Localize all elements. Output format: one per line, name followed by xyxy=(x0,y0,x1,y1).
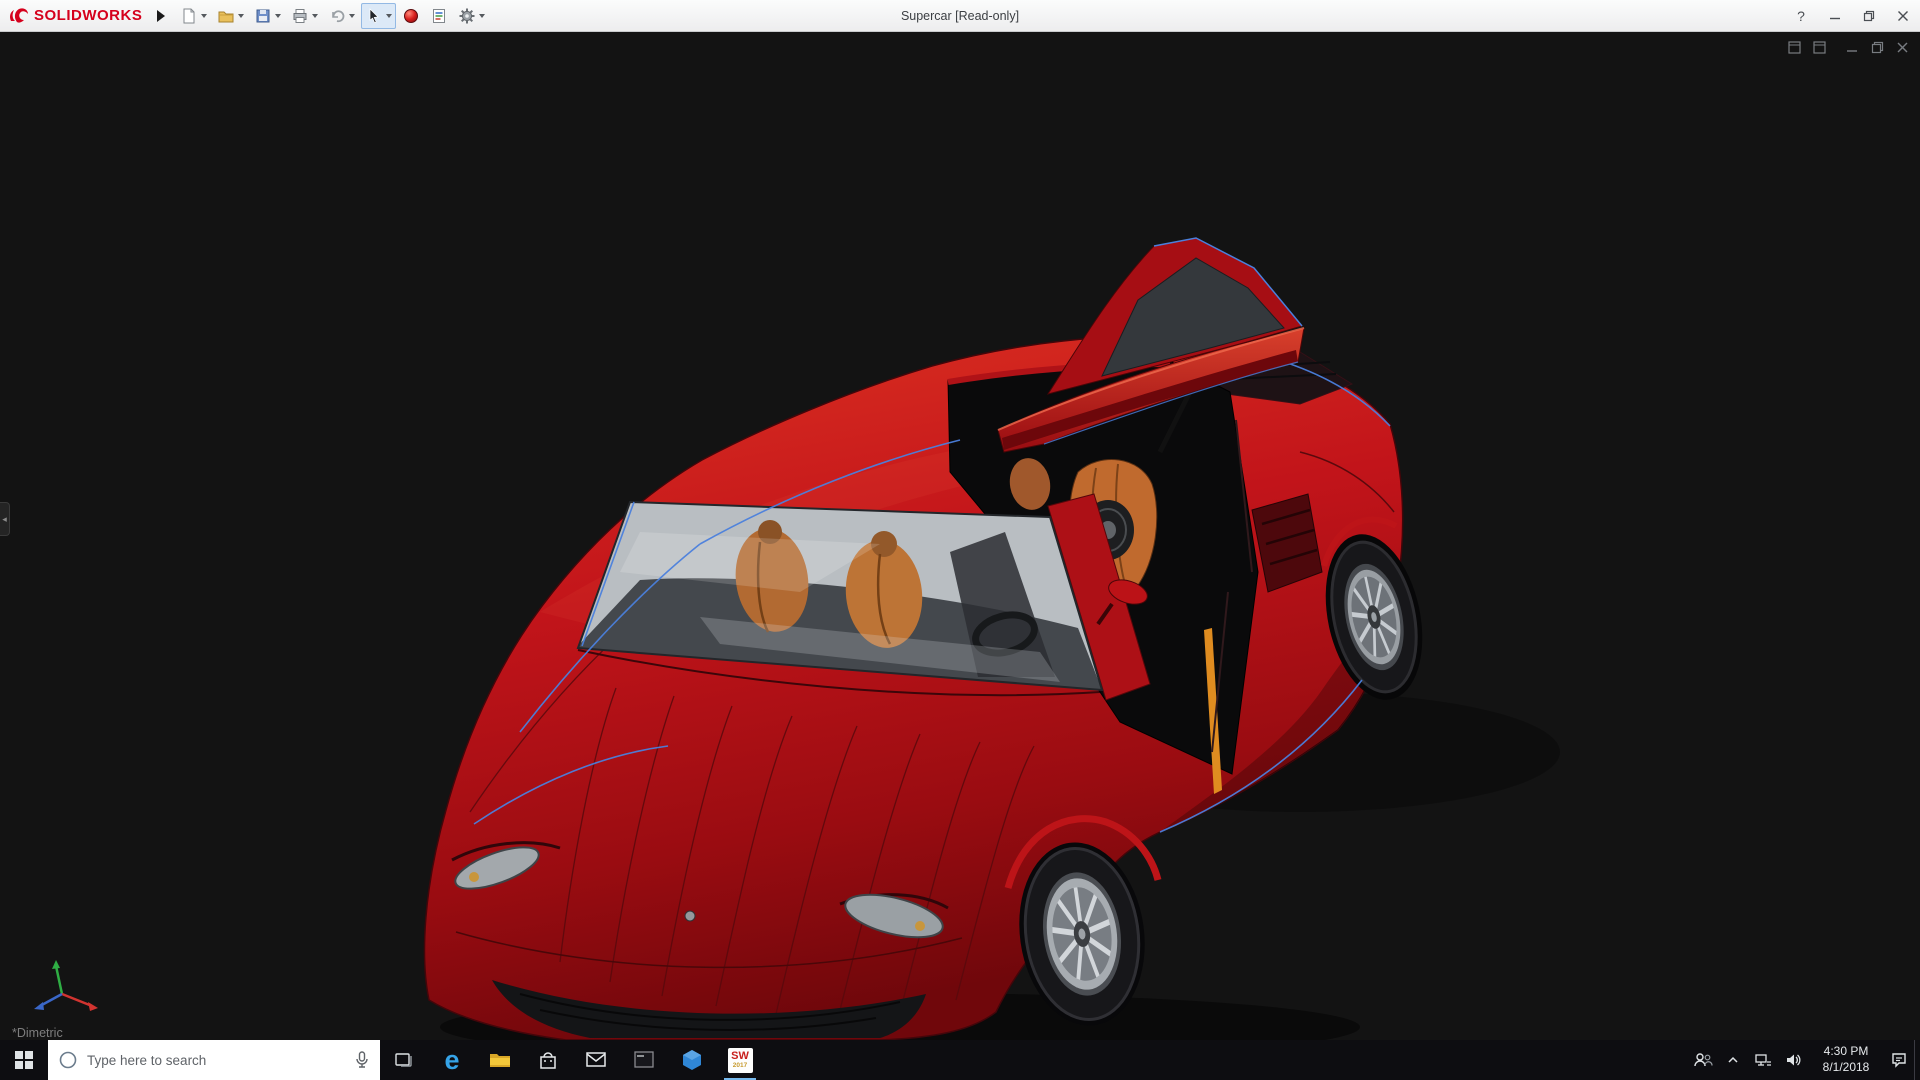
display-report-button[interactable] xyxy=(426,3,452,29)
titlebar: SOLIDWORKS xyxy=(0,0,1920,32)
graphics-viewport[interactable]: *Dimetric ◂ xyxy=(0,32,1920,1040)
dropdown-caret-icon xyxy=(312,14,318,18)
microphone-icon[interactable] xyxy=(354,1050,370,1070)
doc-window-icon xyxy=(1812,40,1827,55)
edrawings-icon xyxy=(680,1048,704,1072)
options-button[interactable] xyxy=(454,3,489,29)
flyout-arrow-icon xyxy=(157,10,165,22)
save-button[interactable] xyxy=(250,3,285,29)
action-center-button[interactable] xyxy=(1884,1040,1914,1080)
document-window-controls xyxy=(1787,40,1910,55)
taskbar-app-mail[interactable] xyxy=(572,1040,620,1080)
clock-date: 8/1/2018 xyxy=(1823,1060,1870,1076)
show-desktop-button[interactable] xyxy=(1914,1040,1920,1080)
edge-icon: e xyxy=(444,1047,459,1074)
quick-toolbar xyxy=(176,3,489,29)
x-axis-arrow xyxy=(88,1002,98,1011)
minimize-button[interactable] xyxy=(1818,0,1852,31)
select-cursor-icon xyxy=(365,7,383,25)
windows-logo-icon xyxy=(15,1051,33,1069)
taskbar-app-edge[interactable]: e xyxy=(428,1040,476,1080)
print-icon xyxy=(291,7,309,25)
hidden-icons-button[interactable] xyxy=(1718,1040,1748,1080)
taskbar-app-edrawings[interactable] xyxy=(668,1040,716,1080)
new-document-button[interactable] xyxy=(176,3,211,29)
store-bag-icon xyxy=(537,1049,559,1071)
print-button[interactable] xyxy=(287,3,322,29)
people-icon xyxy=(1693,1050,1713,1070)
undo-button[interactable] xyxy=(324,3,359,29)
taskbar-app-snip-window[interactable] xyxy=(620,1040,668,1080)
solidworks-logo: SOLIDWORKS xyxy=(0,0,152,31)
dropdown-caret-icon xyxy=(238,14,244,18)
dark-window-icon xyxy=(632,1048,656,1072)
select-tool-button[interactable] xyxy=(361,3,396,29)
people-button[interactable] xyxy=(1688,1040,1718,1080)
open-folder-icon xyxy=(217,7,235,25)
orientation-triad[interactable] xyxy=(16,954,108,1018)
mail-icon xyxy=(584,1048,608,1072)
brand-text: SOLIDWORKS xyxy=(34,7,142,24)
dropdown-caret-icon xyxy=(275,14,281,18)
hood-emblem xyxy=(685,911,695,921)
restore-icon xyxy=(1863,10,1875,22)
task-view-button[interactable] xyxy=(380,1040,428,1080)
cortana-icon xyxy=(58,1050,78,1070)
undo-icon xyxy=(328,7,346,25)
file-explorer-icon xyxy=(488,1048,512,1072)
minimize-icon xyxy=(1829,10,1841,22)
view-orientation-label: *Dimetric xyxy=(12,1026,63,1040)
dropdown-caret-icon xyxy=(201,14,207,18)
start-button[interactable] xyxy=(0,1040,48,1080)
speaker-icon xyxy=(1784,1051,1802,1069)
doc-close-button[interactable] xyxy=(1895,40,1910,55)
taskbar-clock[interactable]: 4:30 PM 8/1/2018 xyxy=(1808,1040,1884,1080)
doc-close-icon xyxy=(1895,40,1910,55)
restore-button[interactable] xyxy=(1852,0,1886,31)
volume-button[interactable] xyxy=(1778,1040,1808,1080)
supercar-model[interactable] xyxy=(0,32,1920,1040)
doc-restore-icon xyxy=(1870,40,1885,55)
feature-pane-toggle[interactable]: ◂ xyxy=(0,502,10,536)
appearance-sphere-icon xyxy=(402,7,420,25)
doc-window-icon xyxy=(1787,40,1802,55)
task-view-icon xyxy=(393,1049,415,1071)
windows-taskbar: e SW 2017 xyxy=(0,1040,1920,1080)
chevron-up-icon xyxy=(1726,1053,1740,1067)
doc-tab-button[interactable] xyxy=(1787,40,1802,55)
close-icon xyxy=(1897,10,1909,22)
display-report-icon xyxy=(430,7,448,25)
help-glyph: ? xyxy=(1797,8,1805,24)
ds-logo-icon xyxy=(8,6,30,26)
appearance-button[interactable] xyxy=(398,3,424,29)
solidworks-2017-icon: SW 2017 xyxy=(728,1048,753,1073)
save-icon xyxy=(254,7,272,25)
search-input[interactable] xyxy=(87,1053,345,1068)
network-button[interactable] xyxy=(1748,1040,1778,1080)
taskbar-app-store[interactable] xyxy=(524,1040,572,1080)
menu-flyout-button[interactable] xyxy=(152,5,170,27)
taskbar-app-solidworks-2017[interactable]: SW 2017 xyxy=(716,1040,764,1080)
dropdown-caret-icon xyxy=(479,14,485,18)
z-axis-arrow xyxy=(34,1002,44,1010)
y-axis-arrow xyxy=(52,960,60,969)
help-button[interactable]: ? xyxy=(1784,0,1818,31)
new-document-icon xyxy=(180,7,198,25)
doc-tab-button[interactable] xyxy=(1812,40,1827,55)
close-button[interactable] xyxy=(1886,0,1920,31)
taskbar-search[interactable] xyxy=(48,1040,380,1080)
doc-minimize-button[interactable] xyxy=(1845,40,1860,55)
window-controls: ? xyxy=(1784,0,1920,31)
action-center-icon xyxy=(1890,1051,1908,1069)
open-button[interactable] xyxy=(213,3,248,29)
system-tray: 4:30 PM 8/1/2018 xyxy=(1688,1040,1920,1080)
dropdown-caret-icon xyxy=(349,14,355,18)
network-icon xyxy=(1754,1051,1772,1069)
doc-restore-button[interactable] xyxy=(1870,40,1885,55)
clock-time: 4:30 PM xyxy=(1824,1044,1869,1060)
doc-minimize-icon xyxy=(1845,40,1860,55)
gear-icon xyxy=(458,7,476,25)
dropdown-caret-icon xyxy=(386,14,392,18)
taskbar-app-file-explorer[interactable] xyxy=(476,1040,524,1080)
